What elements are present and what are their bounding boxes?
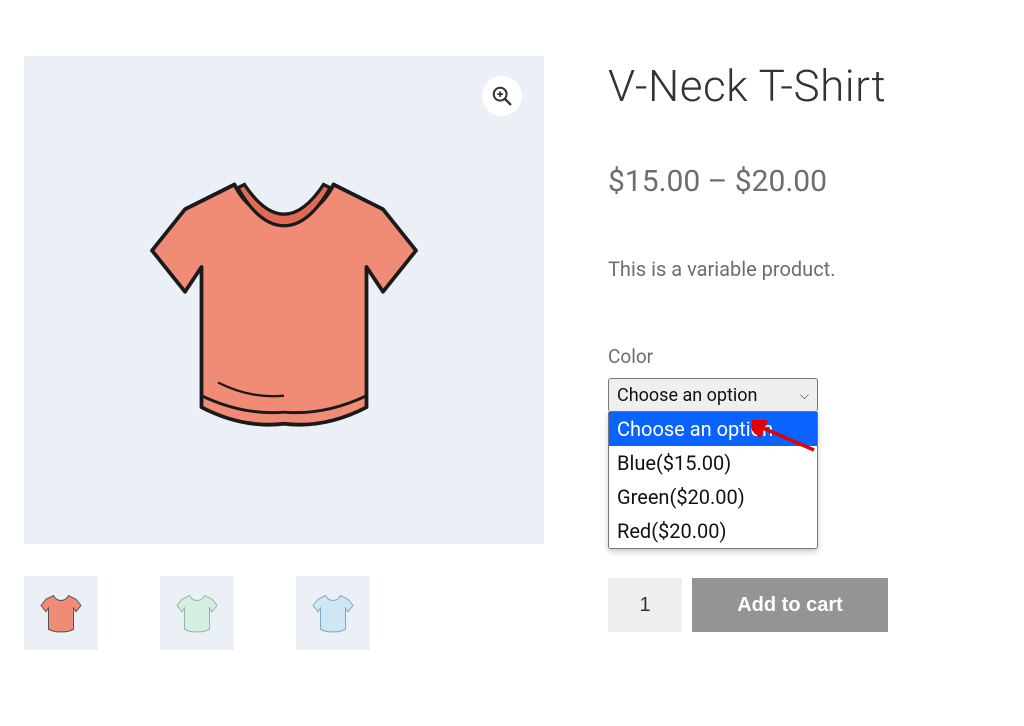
thumbnail-row (24, 576, 544, 650)
zoom-button[interactable] (482, 76, 522, 116)
product-details: V-Neck T-Shirt $15.00 – $20.00 This is a… (608, 56, 1000, 650)
thumbnail-blue[interactable] (296, 576, 370, 650)
color-options-dropdown: Choose an option Blue($15.00) Green($20.… (608, 412, 818, 549)
variation-label: Color (608, 345, 1000, 368)
add-to-cart-row: Add to cart (608, 578, 1000, 632)
tshirt-thumb-icon (308, 588, 358, 638)
color-select-wrapper: Choose an option ⌵ Choose an option Blue… (608, 378, 1000, 412)
product-description: This is a variable product. (608, 257, 1000, 281)
main-product-image[interactable] (24, 56, 544, 544)
thumbnail-red[interactable] (24, 576, 98, 650)
quantity-input[interactable] (608, 578, 682, 632)
option-green[interactable]: Green($20.00) (609, 480, 817, 514)
chevron-down-icon: ⌵ (800, 388, 809, 403)
tshirt-illustration-red (119, 135, 449, 465)
product-title: V-Neck T-Shirt (608, 60, 1000, 112)
product-gallery (24, 56, 544, 650)
select-current-value: Choose an option (617, 385, 758, 406)
option-red[interactable]: Red($20.00) (609, 514, 817, 548)
add-to-cart-button[interactable]: Add to cart (692, 578, 888, 632)
tshirt-thumb-icon (36, 588, 86, 638)
option-placeholder[interactable]: Choose an option (609, 412, 817, 446)
option-blue[interactable]: Blue($15.00) (609, 446, 817, 480)
tshirt-thumb-icon (172, 588, 222, 638)
magnify-plus-icon (491, 85, 513, 107)
price-range: $15.00 – $20.00 (608, 164, 1000, 199)
color-select[interactable]: Choose an option ⌵ (608, 378, 818, 412)
thumbnail-green[interactable] (160, 576, 234, 650)
